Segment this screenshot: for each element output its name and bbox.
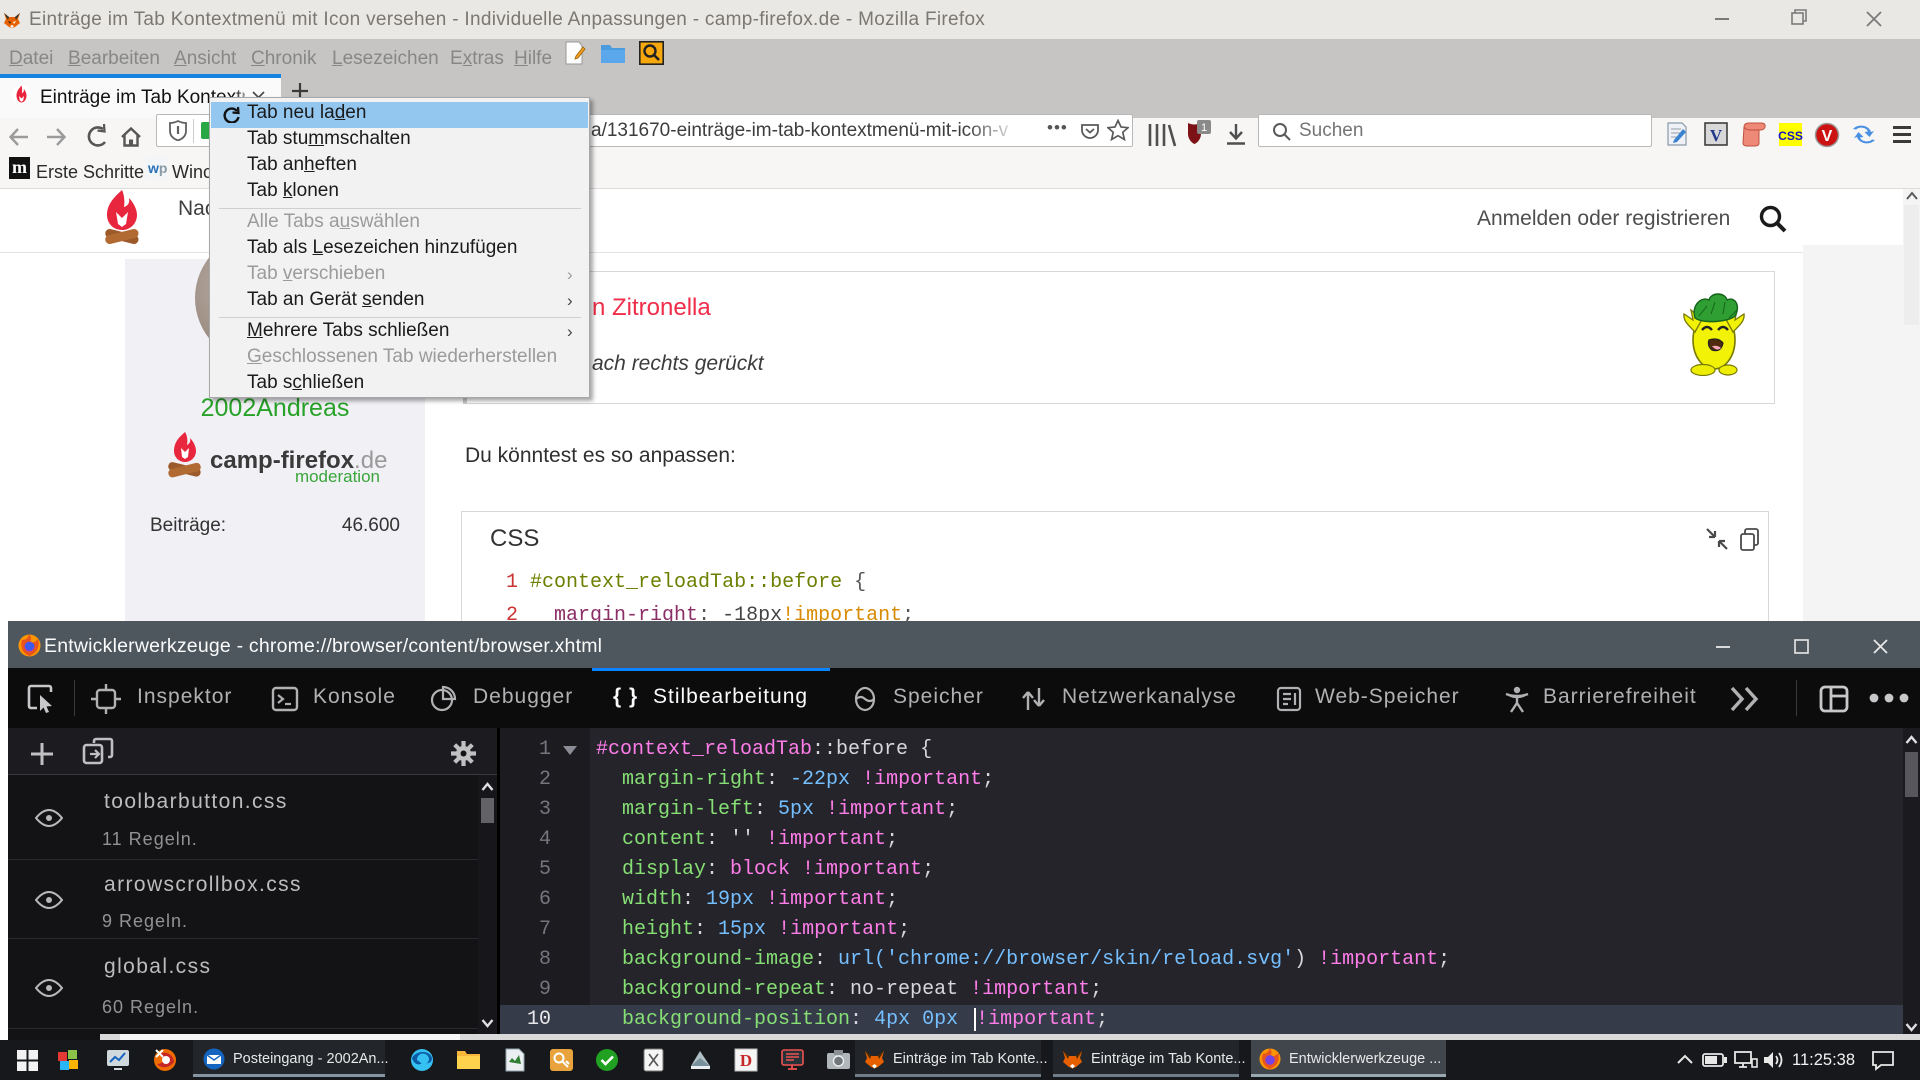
svg-text:CSS: CSS — [1778, 129, 1803, 143]
svg-text:D: D — [740, 1051, 752, 1070]
svg-text:1: 1 — [1201, 122, 1207, 134]
svg-text:V: V — [1822, 128, 1833, 145]
svg-text:V: V — [1710, 126, 1723, 145]
